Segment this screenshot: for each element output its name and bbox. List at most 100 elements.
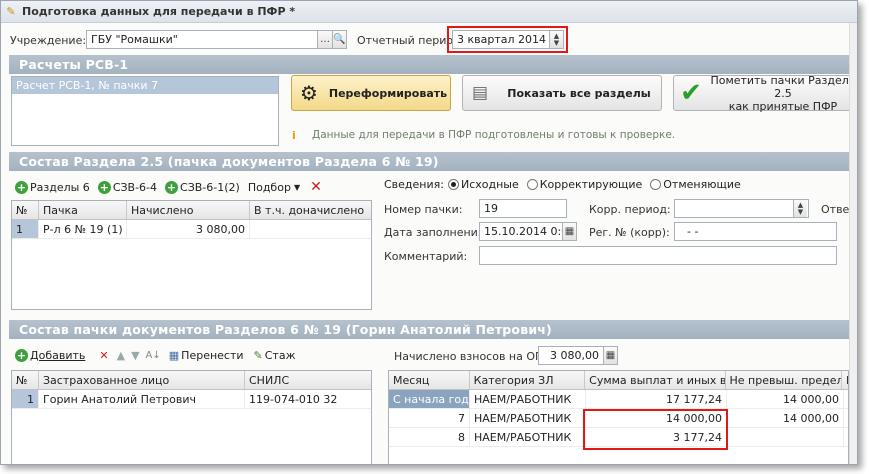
col-accrued[interactable]: Начислено: [127, 201, 250, 219]
col-num[interactable]: №: [12, 371, 39, 389]
corr-period-label: Корр. период:: [589, 203, 671, 216]
row-sum: 17 177,24: [586, 390, 727, 408]
row-limit: 14 000,00: [727, 390, 844, 408]
szv64-button[interactable]: СЗВ-6-4: [113, 181, 157, 194]
comment-label: Комментарий:: [384, 250, 468, 263]
title-bar: ✎ Подготовка данных для передачи в ПФР *: [1, 1, 857, 23]
stazh-button[interactable]: Стаж: [265, 349, 296, 362]
row-month: 7: [389, 409, 470, 427]
reg-value: - -: [687, 225, 699, 238]
corr-period-spinner[interactable]: ▲ ▼: [793, 200, 807, 217]
institution-field[interactable]: ГБУ "Ромашки": [86, 30, 347, 49]
col-limit[interactable]: Не превыш. предел...: [726, 371, 842, 389]
col-category[interactable]: Категория ЗЛ: [470, 371, 586, 389]
delete-icon[interactable]: ✕: [99, 349, 108, 362]
radio-otmen-label[interactable]: Отменяющие: [663, 178, 740, 191]
reg-field[interactable]: - -: [674, 222, 837, 241]
row-num: 1: [12, 220, 39, 238]
chevron-down-icon: ▼: [293, 182, 301, 192]
add-icon: +: [165, 180, 179, 194]
section25-toolbar: + Разделы 6 + СЗВ-6-4 + СЗВ-6-1(2) Подбор ▼ …: [15, 179, 322, 195]
row-num: 1: [12, 390, 39, 408]
section25-table[interactable]: № Пачка Начислено В т.ч. доначислено 1 Р…: [11, 200, 372, 310]
radio-korrekt-label[interactable]: Корректирующие: [540, 178, 643, 191]
pencil-icon: ✎: [253, 349, 263, 362]
main-window: ✎ Подготовка данных для передачи в ПФР *…: [0, 0, 858, 465]
window-title: Подготовка данных для передачи в ПФР *: [22, 5, 296, 18]
period-highlight: [447, 26, 568, 53]
pack-num-field[interactable]: 19: [479, 199, 567, 218]
mark-accepted-button[interactable]: ✔ Пометить пачки Раздела 2.5 как приняты…: [673, 73, 857, 113]
col-more[interactable]: В т: [842, 371, 848, 389]
mark-accepted-label-2: как принятые ПФР: [728, 99, 838, 113]
radio-ishodnye[interactable]: [447, 179, 459, 190]
row-limit: 14 000,00: [727, 409, 844, 427]
col-num[interactable]: №: [12, 201, 39, 219]
section6-toolbar: + Добавить ✕ ▲ ▼ A↓ ▦ Перенести ✎ Стаж: [15, 349, 296, 362]
move-button[interactable]: Перенести: [181, 349, 243, 362]
reform-button-label: Переформировать: [328, 86, 448, 100]
institution-label: Учреждение:: [10, 34, 87, 47]
row-extra: [250, 220, 371, 238]
institution-select-button[interactable]: …: [317, 31, 332, 48]
corr-period-field[interactable]: [674, 199, 809, 218]
rsv-list[interactable]: Расчет РСВ-1, № пачки 7: [11, 76, 279, 146]
ops-label: Начислено взносов на ОПС:: [394, 350, 555, 363]
arrow-up-icon[interactable]: ▲: [117, 349, 125, 362]
podbor-button[interactable]: Подбор: [248, 181, 291, 194]
institution-value: ГБУ "Ромашки": [91, 33, 178, 46]
svedenia-label: Сведения:: [384, 178, 444, 191]
row-category: НАЕМ/РАБОТНИК: [470, 409, 586, 427]
mark-accepted-label-1: Пометить пачки Раздела 2.5: [710, 73, 856, 100]
search-icon[interactable]: 🔍: [332, 31, 346, 48]
row-category: НАЕМ/РАБОТНИК: [470, 428, 586, 446]
row-accrued: 3 080,00: [127, 220, 250, 238]
row-category: НАЕМ/РАБОТНИК: [470, 390, 586, 408]
col-pack[interactable]: Пачка: [39, 201, 127, 219]
svedenia-row: Сведения: Исходные Корректирующие Отменя…: [384, 178, 741, 191]
table-row[interactable]: С начала года НАЕМ/РАБОТНИК 17 177,24 14…: [389, 390, 848, 409]
radio-ishodnye-label[interactable]: Исходные: [461, 178, 519, 191]
rsv-list-item[interactable]: Расчет РСВ-1, № пачки 7: [12, 77, 278, 94]
radio-korrekt[interactable]: [526, 179, 538, 190]
col-month[interactable]: Месяц: [389, 371, 470, 389]
row-pack: Р-л 6 № 19 (1): [39, 220, 127, 238]
col-sum[interactable]: Сумма выплат и иных в...: [585, 371, 726, 389]
info-icon: i: [292, 129, 296, 142]
calendar-icon[interactable]: ▦: [562, 223, 576, 240]
table-icon: ▤: [471, 83, 489, 103]
add-button[interactable]: Добавить: [30, 349, 85, 362]
table-row[interactable]: 1 Горин Анатолий Петрович 119-074-010 32: [12, 390, 371, 409]
delete-icon[interactable]: ✕: [310, 179, 322, 195]
row-snils: 119-074-010 32: [249, 392, 338, 406]
sum-highlight: [583, 409, 728, 450]
section6-header: Состав пачки документов Разделов 6 № 19 …: [9, 320, 857, 339]
arrow-down-icon[interactable]: ▼: [131, 349, 139, 362]
row-limit: [727, 428, 844, 446]
reg-label: Рег. № (корр):: [589, 226, 670, 239]
reform-button[interactable]: ⚙ Переформировать: [291, 75, 451, 111]
pack-num-value: 19: [484, 202, 498, 215]
show-sections-label: Показать все разделы: [507, 86, 651, 100]
document-icon: ✎: [6, 5, 16, 18]
reform-icon: ⚙: [300, 81, 318, 105]
table-row[interactable]: 1 Р-л 6 № 19 (1) 3 080,00: [12, 220, 371, 239]
section6-table[interactable]: № Застрахованное лицо СНИЛС 1 Горин Анат…: [11, 370, 372, 464]
col-snils[interactable]: СНИЛС: [245, 371, 371, 389]
szv612-button[interactable]: СЗВ-6-1(2): [180, 181, 240, 194]
row-month: 8: [389, 428, 470, 446]
show-sections-button[interactable]: ▤ Показать все разделы: [462, 75, 662, 111]
sort-icon[interactable]: A↓: [146, 350, 161, 361]
col-extra[interactable]: В т.ч. доначислено: [250, 201, 371, 219]
section25-header: Состав Раздела 2.5 (пачка документов Раз…: [9, 152, 857, 171]
add-icon: +: [97, 180, 111, 194]
radio-otmen[interactable]: [650, 179, 662, 190]
window-scrollbar[interactable]: [849, 23, 857, 464]
comment-field[interactable]: [479, 246, 837, 265]
calculator-icon[interactable]: ▦: [603, 347, 617, 364]
row-month: С начала года: [389, 390, 470, 408]
add-icon: +: [15, 180, 28, 194]
row-person: Горин Анатолий Петрович: [39, 390, 245, 408]
col-person[interactable]: Застрахованное лицо: [39, 371, 245, 389]
razdely-button[interactable]: Разделы 6: [30, 181, 90, 194]
